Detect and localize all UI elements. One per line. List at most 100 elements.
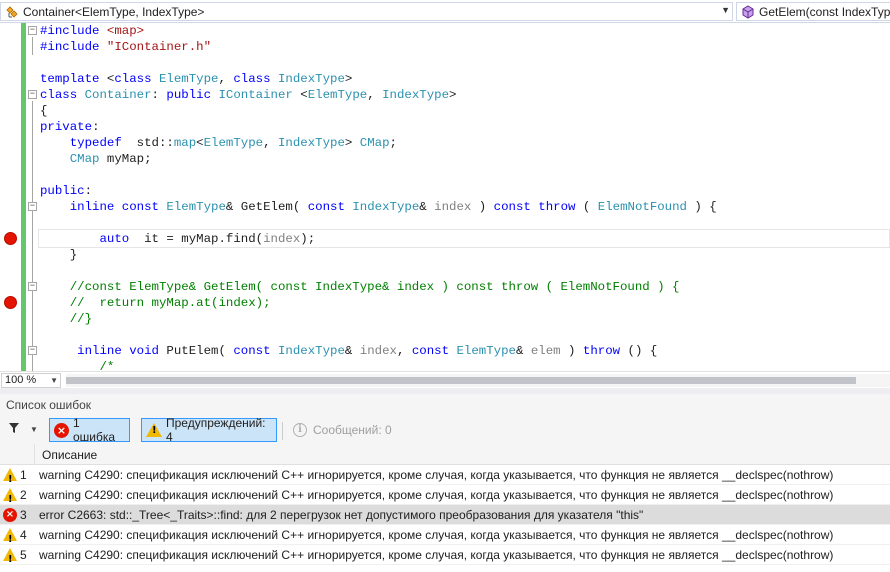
- class-icon: [5, 5, 19, 19]
- column-header-description[interactable]: Описание: [42, 448, 97, 462]
- token: #include: [40, 40, 107, 54]
- filter-icon[interactable]: [8, 422, 20, 437]
- row-number: 1: [20, 468, 27, 482]
- code-line: auto it = myMap.find(index);: [40, 231, 315, 247]
- token: & GetElem(: [225, 200, 308, 214]
- collapse-icon[interactable]: −: [28, 202, 37, 211]
- collapse-icon[interactable]: −: [28, 346, 37, 355]
- token: IndexType: [278, 72, 345, 86]
- token: const: [121, 200, 159, 214]
- code-line: typedef std::map<ElemType, IndexType> CM…: [40, 135, 397, 151]
- grid-header: Описание: [0, 444, 890, 465]
- token: typedef: [40, 136, 122, 150]
- messages-filter-button[interactable]: i Сообщений: 0: [288, 418, 398, 442]
- token: map: [173, 136, 197, 150]
- token: public: [166, 88, 212, 102]
- row-description: error C2663: std::_Tree<_Traits>::find: …: [39, 508, 644, 522]
- scope-dropdown[interactable]: Container<ElemType, IndexType> ▼: [0, 2, 733, 21]
- token: :: [84, 184, 93, 198]
- errors-count-label: 1 ошибка: [72, 416, 116, 444]
- collapse-icon[interactable]: −: [28, 90, 37, 99]
- navigation-bar: Container<ElemType, IndexType> ▼ GetElem…: [0, 0, 890, 23]
- token: inline: [40, 200, 115, 214]
- chevron-down-icon[interactable]: ▼: [721, 5, 730, 15]
- collapse-icon[interactable]: −: [28, 26, 37, 35]
- token: ElemType: [456, 344, 516, 358]
- token: Container: [84, 88, 152, 102]
- breakpoint-icon[interactable]: [4, 232, 17, 245]
- row-description: warning C4290: спецификация исключений C…: [39, 468, 834, 482]
- code-line: {: [40, 104, 48, 118]
- token: const: [493, 200, 531, 214]
- token: >: [449, 88, 457, 102]
- table-row[interactable]: × 3 error C2663: std::_Tree<_Traits>::fi…: [0, 505, 890, 525]
- token: index: [434, 200, 472, 214]
- errors-filter-button[interactable]: × 1 ошибка: [49, 416, 130, 444]
- code-line: //}: [40, 312, 93, 326]
- token: &: [515, 344, 531, 358]
- member-label: GetElem(const IndexType: [759, 4, 890, 19]
- token: class: [233, 72, 271, 86]
- row-number: 5: [20, 548, 27, 562]
- table-row[interactable]: 5 warning C4290: спецификация исключений…: [0, 545, 890, 570]
- error-icon: ×: [3, 508, 17, 522]
- collapse-icon[interactable]: −: [28, 282, 37, 291]
- token: #include: [40, 24, 107, 38]
- token: ElemNotFound: [597, 200, 687, 214]
- info-icon: i: [293, 423, 307, 437]
- token: "IContainer.h": [106, 40, 212, 54]
- token: &: [344, 344, 360, 358]
- token: template: [40, 72, 100, 86]
- token: CMap: [359, 136, 390, 150]
- token: elem: [530, 344, 561, 358]
- code-line: private:: [40, 119, 100, 135]
- token: ,: [367, 88, 383, 102]
- breakpoint-icon[interactable]: [4, 296, 17, 309]
- error-list-toolbar: ▼ × 1 ошибка Предупреждений: 4 i Сообщен…: [0, 416, 890, 444]
- table-row[interactable]: 2 warning C4290: спецификация исключений…: [0, 485, 890, 510]
- token: it = myMap.find(: [129, 232, 264, 246]
- toolbar-separator: [282, 422, 283, 440]
- code-line: #include "IContainer.h": [40, 39, 211, 55]
- warnings-count-label: Предупреждений: 4: [166, 416, 266, 444]
- table-row[interactable]: 1 warning C4290: спецификация исключений…: [0, 465, 890, 490]
- token: <map>: [106, 24, 145, 38]
- code-line: #include <map>: [40, 23, 144, 39]
- code-line: /*: [40, 360, 115, 371]
- horizontal-scrollbar[interactable]: [66, 374, 890, 387]
- zoom-dropdown[interactable]: 100 % ▼: [1, 373, 61, 388]
- warning-icon: [146, 423, 162, 437]
- row-number: 4: [20, 528, 27, 542]
- warnings-filter-button[interactable]: Предупреждений: 4: [141, 416, 277, 444]
- token: IndexType: [382, 88, 450, 102]
- member-dropdown[interactable]: GetElem(const IndexType: [736, 2, 890, 21]
- scope-label: Container<ElemType, IndexType>: [23, 4, 205, 19]
- token: >: [344, 72, 353, 86]
- column-separator[interactable]: [34, 444, 35, 465]
- breakpoint-margin[interactable]: [0, 23, 20, 371]
- code-editor[interactable]: − − − − − #include <map> #include "ICont…: [0, 23, 890, 371]
- token: (: [575, 200, 598, 214]
- chevron-down-icon[interactable]: ▼: [30, 425, 38, 434]
- token: class: [114, 72, 152, 86]
- warning-icon: [3, 548, 17, 570]
- code-line: CMap myMap;: [40, 151, 152, 167]
- token: &: [419, 200, 435, 214]
- error-list-panel: Список ошибок ▼ × 1 ошибка Предупреждени…: [0, 394, 890, 572]
- table-row[interactable]: 4 warning C4290: спецификация исключений…: [0, 525, 890, 550]
- method-icon: [741, 4, 755, 19]
- token: throw: [582, 344, 621, 358]
- code-line: public:: [40, 183, 92, 199]
- chevron-down-icon[interactable]: ▼: [50, 374, 58, 387]
- scrollbar-thumb[interactable]: [66, 377, 856, 384]
- token: CMap: [69, 152, 100, 166]
- token: ElemType: [307, 88, 368, 102]
- error-icon: ×: [54, 422, 69, 438]
- token: ElemType: [166, 200, 226, 214]
- code-line: template <class ElemType, class IndexTyp…: [40, 71, 352, 87]
- code-line: //const ElemType& GetElem( const IndexTy…: [40, 280, 680, 294]
- token: auto: [40, 232, 130, 246]
- token: ElemType: [159, 72, 219, 86]
